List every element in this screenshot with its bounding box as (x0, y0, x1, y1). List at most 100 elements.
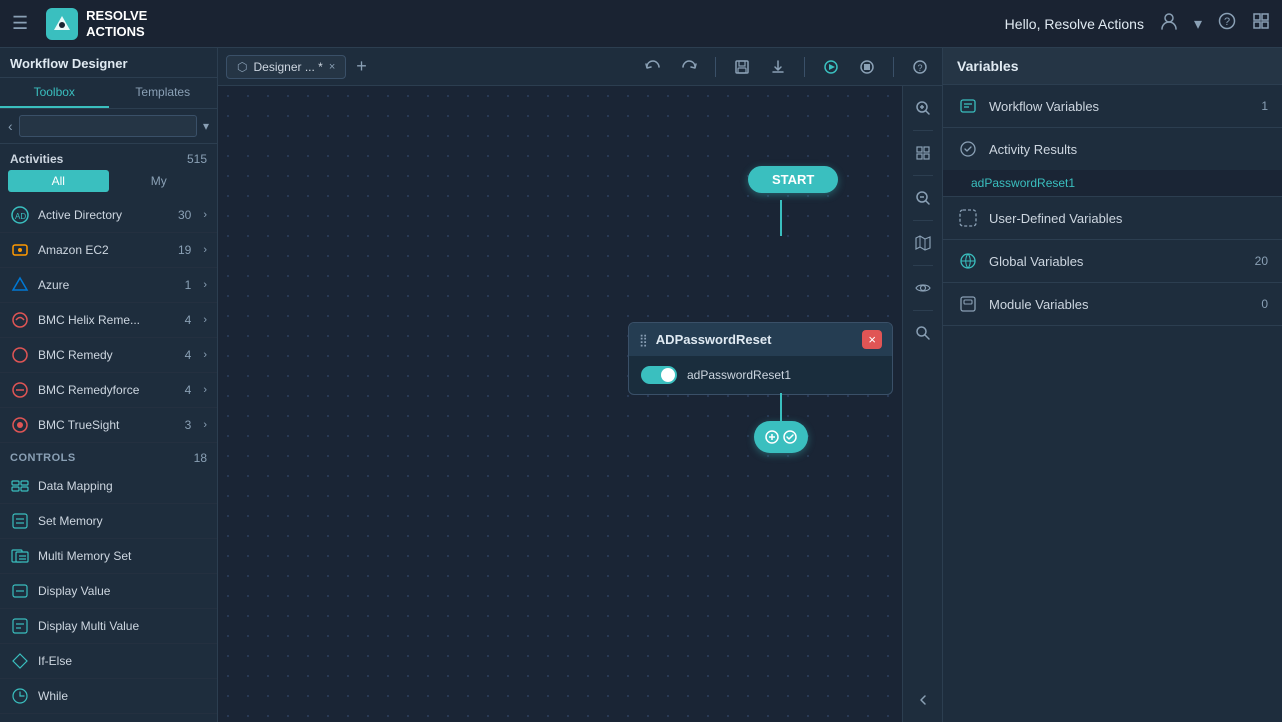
toggle-knob (661, 368, 675, 382)
tab-action-separator3 (893, 57, 894, 77)
activity-instance-label: adPasswordReset1 (687, 368, 791, 382)
sidebar-item-active-directory[interactable]: AD Active Directory 30 › (0, 198, 217, 233)
activity-result-item[interactable]: adPasswordReset1 (943, 170, 1282, 196)
eye-button[interactable] (909, 274, 937, 302)
activity-node[interactable]: ⣿ ADPasswordReset × adPasswordReset1 (628, 322, 893, 395)
sidebar-item-amazon-ec2[interactable]: Amazon EC2 19 › (0, 233, 217, 268)
amazon-ec2-icon (10, 240, 30, 260)
sidebar-item-bmc-helix[interactable]: BMC Helix Reme... 4 › (0, 303, 217, 338)
filter-buttons: All My (0, 170, 217, 198)
undo-button[interactable] (639, 53, 667, 81)
tab-add-button[interactable]: + (356, 56, 367, 77)
back-icon[interactable]: ‹ (8, 118, 13, 134)
module-variables-count: 0 (1261, 297, 1268, 311)
designer-tab[interactable]: ⬡ Designer ... * × (226, 55, 346, 79)
download-button[interactable] (764, 53, 792, 81)
active-directory-icon: AD (10, 205, 30, 225)
bmc-truesight-count: 3 (185, 418, 192, 432)
sidebar-item-bmc-truesight[interactable]: BMC TrueSight 3 › (0, 408, 217, 443)
sidebar-item-while[interactable]: While (0, 679, 217, 714)
filter-my-button[interactable]: My (109, 170, 210, 192)
activity-node-body: adPasswordReset1 (629, 356, 892, 394)
sidebar-list: AD Active Directory 30 › Amazon EC2 19 ›… (0, 198, 217, 722)
canvas-tool-separator4 (913, 265, 933, 266)
tab-templates[interactable]: Templates (109, 78, 218, 108)
if-else-icon (10, 651, 30, 671)
data-mapping-icon (10, 476, 30, 496)
variables-panel: Variables Workflow Variables 1 Activity … (942, 48, 1282, 722)
bmc-helix-count: 4 (185, 313, 192, 327)
user-defined-variables-label: User-Defined Variables (989, 211, 1268, 226)
activity-node-close-button[interactable]: × (862, 330, 882, 349)
bmc-helix-arrow-icon: › (203, 314, 207, 326)
svg-text:?: ? (1224, 16, 1230, 28)
drag-handle-icon[interactable]: ⣿ (639, 333, 648, 347)
play-button[interactable] (817, 53, 845, 81)
user-defined-icon (957, 207, 979, 229)
search-input[interactable] (19, 115, 197, 137)
start-node[interactable]: START (748, 166, 838, 193)
sidebar-item-display-multi-value[interactable]: Display Multi Value (0, 609, 217, 644)
tab-bar: ⬡ Designer ... * × + (218, 48, 942, 86)
user-dropdown-icon[interactable]: ▾ (1194, 14, 1202, 34)
display-multi-value-icon (10, 616, 30, 636)
workflow-variables-icon (957, 95, 979, 117)
logo-text: RESOLVE ACTIONS (86, 8, 147, 39)
multi-memory-set-label: Multi Memory Set (38, 549, 207, 563)
sidebar-item-data-mapping[interactable]: Data Mapping (0, 469, 217, 504)
global-variables-section: Global Variables 20 (943, 240, 1282, 283)
search-bar: ‹ ▾ (0, 109, 217, 144)
zoom-out-button[interactable] (909, 184, 937, 212)
bmc-remedyforce-arrow-icon: › (203, 384, 207, 396)
bmc-truesight-icon (10, 415, 30, 435)
workflow-canvas[interactable]: START ⣿ ADPasswordReset × adPasswordR (218, 86, 942, 722)
sidebar-item-multi-memory-set[interactable]: Multi Memory Set (0, 539, 217, 574)
canvas-tool-separator3 (913, 220, 933, 221)
sidebar-title: Workflow Designer (0, 48, 217, 78)
grid-icon[interactable] (1252, 12, 1270, 35)
tab-close-button[interactable]: × (329, 61, 335, 73)
set-memory-icon (10, 511, 30, 531)
zoom-in-button[interactable] (909, 94, 937, 122)
connector-line-2 (780, 393, 782, 421)
redo-button[interactable] (675, 53, 703, 81)
bmc-remedy-arrow-icon: › (203, 349, 207, 361)
sidebar-item-set-memory[interactable]: Set Memory (0, 504, 217, 539)
sidebar-item-bmc-remedyforce[interactable]: BMC Remedyforce 4 › (0, 373, 217, 408)
tab-designer-label: Designer ... * (253, 60, 322, 74)
active-directory-count: 30 (178, 208, 191, 222)
user-defined-variables-row[interactable]: User-Defined Variables (943, 197, 1282, 239)
global-variables-row[interactable]: Global Variables 20 (943, 240, 1282, 282)
sidebar-item-if-else[interactable]: If-Else (0, 644, 217, 679)
collapse-panel-button[interactable] (909, 686, 937, 714)
module-variables-row[interactable]: Module Variables 0 (943, 283, 1282, 325)
help-icon[interactable]: ? (1218, 12, 1236, 35)
display-value-icon (10, 581, 30, 601)
search-chevron-icon[interactable]: ▾ (203, 119, 209, 133)
stop-button[interactable] (853, 53, 881, 81)
activity-results-icon (957, 138, 979, 160)
sidebar-item-display-value[interactable]: Display Value (0, 574, 217, 609)
workflow-variables-row[interactable]: Workflow Variables 1 (943, 85, 1282, 127)
user-icon[interactable] (1160, 12, 1178, 35)
help-button[interactable]: ? (906, 53, 934, 81)
module-variables-label: Module Variables (989, 297, 1251, 312)
tab-toolbox[interactable]: Toolbox (0, 78, 109, 108)
activity-results-row[interactable]: Activity Results (943, 128, 1282, 170)
workflow-variables-count: 1 (1261, 99, 1268, 113)
filter-all-button[interactable]: All (8, 170, 109, 192)
set-memory-label: Set Memory (38, 514, 207, 528)
map-button[interactable] (909, 229, 937, 257)
hamburger-menu[interactable]: ☰ (12, 13, 28, 34)
save-button[interactable] (728, 53, 756, 81)
controls-label: Controls (10, 452, 76, 464)
fit-view-button[interactable] (909, 139, 937, 167)
app-logo: RESOLVE ACTIONS (46, 8, 147, 40)
sidebar-item-azure[interactable]: Azure 1 › (0, 268, 217, 303)
canvas-tool-separator2 (913, 175, 933, 176)
search-canvas-button[interactable] (909, 319, 937, 347)
sidebar-item-bmc-remedy[interactable]: BMC Remedy 4 › (0, 338, 217, 373)
activity-toggle[interactable] (641, 366, 677, 384)
top-navigation: ☰ RESOLVE ACTIONS Hello, Resolve Actions… (0, 0, 1282, 48)
end-node[interactable] (754, 421, 808, 453)
